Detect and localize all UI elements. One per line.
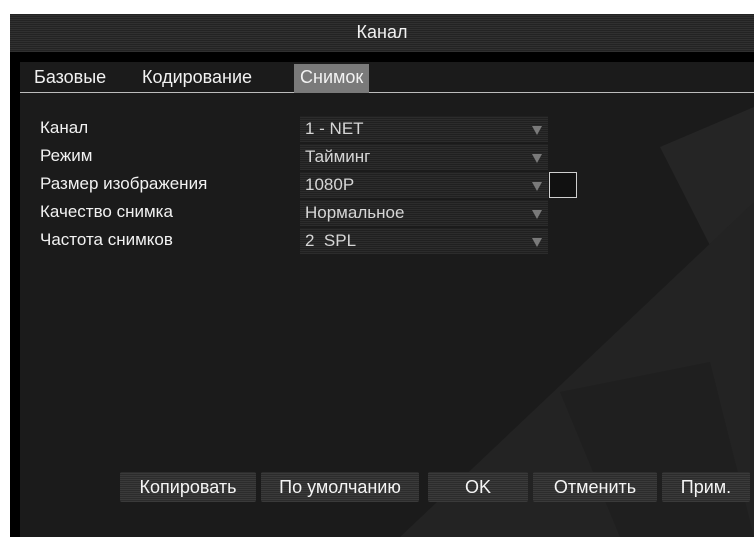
tab-basic[interactable]: Базовые	[34, 62, 106, 92]
tab-bar: Базовые Кодирование Снимок	[20, 62, 754, 93]
mode-select[interactable]: Тайминг	[300, 144, 548, 170]
image-size-select[interactable]: 1080P	[300, 172, 548, 198]
apply-button[interactable]: Прим.	[662, 472, 750, 502]
chevron-down-icon	[532, 238, 542, 247]
image-size-label: Размер изображения	[40, 174, 208, 193]
image-size-value: 1080P	[305, 175, 355, 194]
channel-label: Канал	[40, 118, 89, 137]
chevron-down-icon	[532, 154, 542, 163]
settings-panel: Базовые Кодирование Снимок Канал 1 - NET…	[20, 62, 754, 537]
default-button[interactable]: По умолчанию	[261, 472, 419, 502]
snapshot-quality-label: Качество снимка	[40, 202, 173, 221]
tab-snapshot[interactable]: Снимок	[294, 64, 370, 93]
dialog-title: Канал	[10, 14, 754, 52]
channel-value: 1 - NET	[305, 119, 364, 138]
snapshot-rate-value: 2 SPL	[305, 231, 357, 250]
ok-button[interactable]: OK	[428, 472, 528, 502]
mode-value: Тайминг	[305, 147, 371, 166]
cancel-button[interactable]: Отменить	[533, 472, 657, 502]
mode-checkbox[interactable]	[549, 172, 577, 198]
snapshot-rate-label: Частота снимков	[40, 230, 173, 249]
chevron-down-icon	[532, 182, 542, 191]
channel-dialog: Канал Базовые Кодирование Снимок Канал 1…	[10, 14, 754, 537]
chevron-down-icon	[532, 126, 542, 135]
tab-encoding[interactable]: Кодирование	[142, 62, 252, 92]
snapshot-quality-value: Нормальное	[305, 203, 405, 222]
mode-label: Режим	[40, 146, 93, 165]
snapshot-quality-select[interactable]: Нормальное	[300, 200, 548, 226]
snapshot-rate-select[interactable]: 2 SPL	[300, 228, 548, 254]
chevron-down-icon	[532, 210, 542, 219]
channel-select[interactable]: 1 - NET	[300, 116, 548, 142]
copy-button[interactable]: Копировать	[120, 472, 256, 502]
